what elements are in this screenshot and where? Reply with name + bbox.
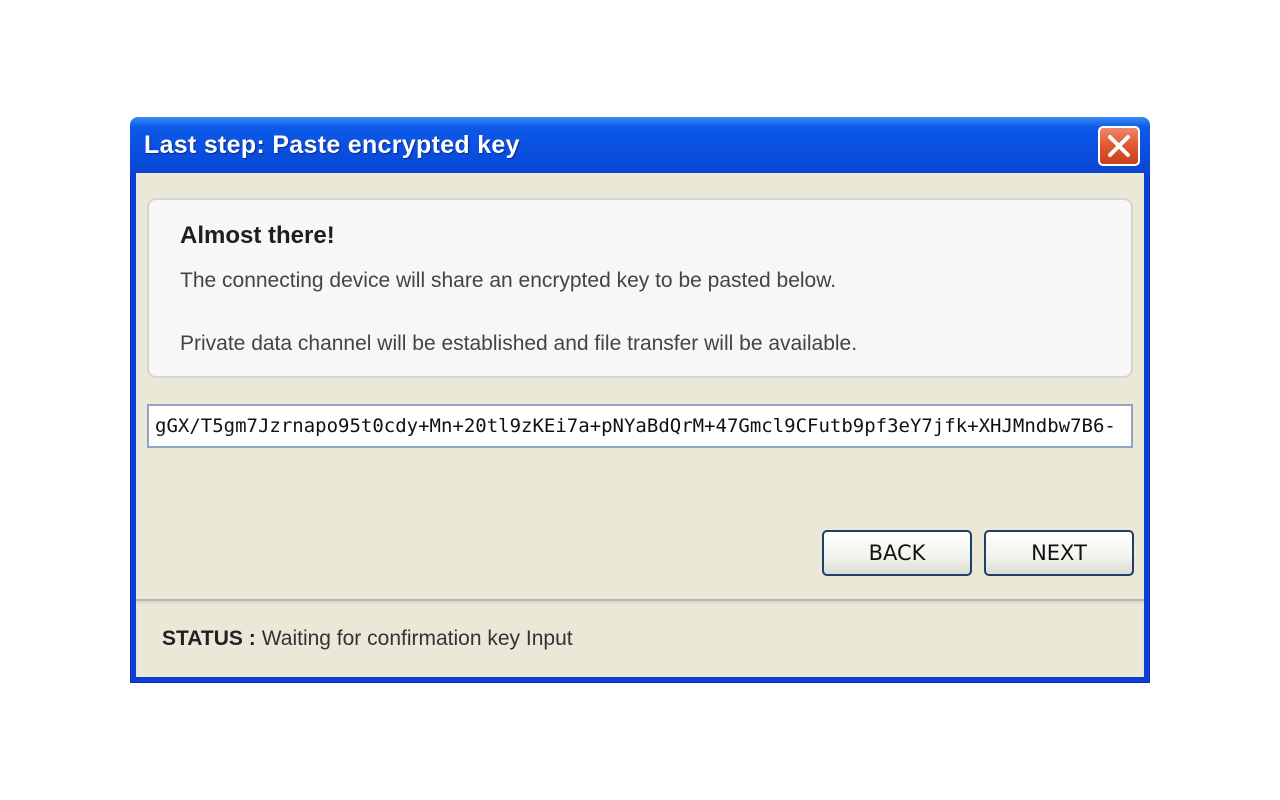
info-line-1: The connecting device will share an encr…: [180, 269, 837, 292]
status-label: STATUS :: [162, 627, 256, 650]
info-panel: Almost there! The connecting device will…: [147, 198, 1133, 378]
status-text: Waiting for confirmation key Input: [261, 627, 573, 650]
back-button[interactable]: BACK: [822, 530, 972, 576]
status-bar: STATUS : Waiting for confirmation key In…: [136, 599, 1144, 677]
dialog-body: Almost there! The connecting device will…: [136, 173, 1144, 677]
title-bar[interactable]: Last step: Paste encrypted key: [130, 117, 1150, 173]
info-heading: Almost there!: [180, 222, 335, 249]
close-icon: [1106, 133, 1132, 159]
dialog-window: Last step: Paste encrypted key Almost th…: [130, 117, 1150, 683]
window-title: Last step: Paste encrypted key: [144, 130, 520, 159]
info-line-2: Private data channel will be established…: [180, 332, 858, 355]
close-button[interactable]: [1098, 126, 1140, 166]
next-button[interactable]: NEXT: [984, 530, 1134, 576]
encrypted-key-input[interactable]: [147, 404, 1133, 448]
